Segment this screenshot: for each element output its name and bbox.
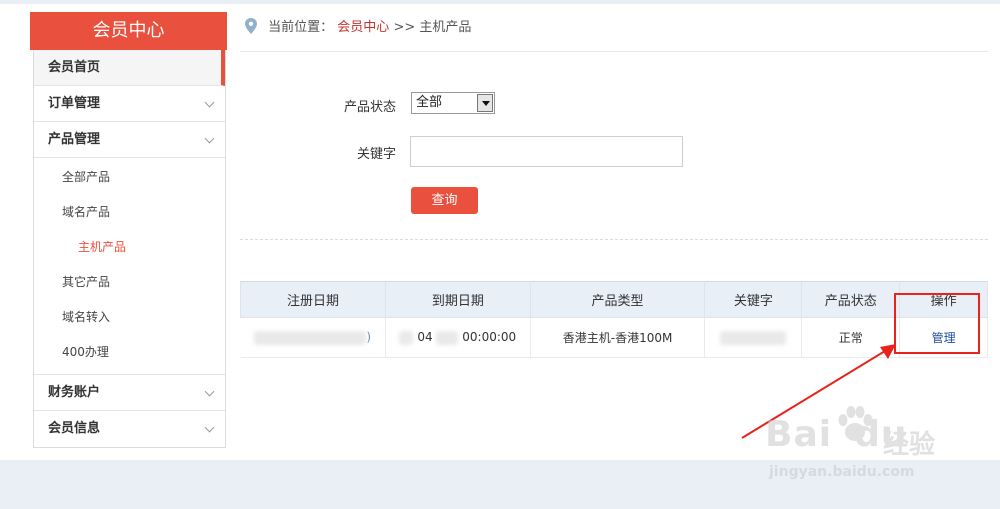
sidebar-item-finance[interactable]: 财务账户 (34, 375, 225, 411)
keyword-input[interactable] (410, 136, 683, 167)
sidebar-item-label: 财务账户 (48, 385, 101, 400)
sidebar-item-label: 产品管理 (48, 132, 101, 147)
col-product-type: 产品类型 (529, 281, 706, 318)
sidebar-title: 会员中心 (30, 12, 227, 50)
redacted-text (399, 330, 414, 345)
sidebar: 会员中心 会员首页 订单管理 产品管理 全部产品 域名产品 主机产品 其它产品 … (30, 12, 227, 448)
keyword-label: 关键字 (356, 147, 396, 162)
expire-time: 00:00:00 (462, 330, 517, 345)
redacted-text (254, 330, 367, 345)
redacted-text (436, 330, 459, 345)
breadcrumb-separator: >> (393, 20, 416, 35)
chevron-down-icon (477, 94, 493, 112)
col-keyword: 关键字 (704, 281, 803, 318)
sidebar-item-orders[interactable]: 订单管理 (34, 86, 225, 122)
product-submenu: 全部产品 域名产品 主机产品 其它产品 域名转入 400办理 (34, 158, 225, 375)
paw-icon (838, 406, 873, 441)
sidebar-subitem-domain-transfer[interactable]: 域名转入 (34, 300, 225, 335)
breadcrumb-link-member-center[interactable]: 会员中心 (337, 20, 389, 35)
chevron-down-icon (206, 122, 213, 158)
cell-reg-date: ) (240, 317, 386, 358)
baidu-watermark: Bai du 经验 jingyan.baidu.com (755, 402, 950, 492)
col-status: 产品状态 (801, 281, 901, 318)
col-expire-date: 到期日期 (384, 281, 531, 318)
sidebar-item-label: 会员首页 (48, 60, 101, 75)
chevron-down-icon (206, 375, 213, 411)
col-reg-date: 注册日期 (240, 281, 386, 318)
table-header-row: 注册日期 到期日期 产品类型 关键字 产品状态 操作 (240, 281, 988, 318)
cell-expire-date: 04 00:00:00 (385, 317, 531, 358)
sidebar-subitem-all-products[interactable]: 全部产品 (34, 160, 225, 195)
breadcrumb-prefix: 当前位置： (268, 20, 334, 35)
sidebar-subitem-domain-products[interactable]: 域名产品 (34, 195, 225, 230)
sidebar-item-label: 订单管理 (48, 96, 101, 111)
status-label: 产品状态 (343, 100, 396, 115)
annotation-highlight-box (894, 293, 980, 354)
query-button[interactable]: 查询 (411, 187, 478, 214)
sidebar-subitem-host-products[interactable]: 主机产品 (34, 230, 225, 265)
sidebar-item-products[interactable]: 产品管理 (34, 122, 225, 158)
reg-date-suffix: ) (366, 330, 372, 345)
chevron-down-icon (206, 86, 213, 122)
expire-date-part: 04 (417, 330, 433, 345)
filter-form: 产品状态 全部 关键字 查询 (240, 56, 988, 240)
sidebar-item-label: 会员信息 (48, 421, 101, 436)
cell-product-type: 香港主机-香港100M (530, 317, 706, 358)
sidebar-subitem-400[interactable]: 400办理 (34, 335, 225, 370)
watermark-url: jingyan.baidu.com (769, 464, 915, 480)
breadcrumb-current: 主机产品 (419, 20, 472, 35)
sidebar-item-member-info[interactable]: 会员信息 (34, 411, 225, 447)
chevron-down-icon (206, 411, 213, 447)
status-select[interactable]: 全部 (411, 92, 495, 114)
location-pin-icon (245, 17, 257, 34)
status-select-value: 全部 (416, 95, 443, 110)
page-frame: 会员中心 会员首页 订单管理 产品管理 全部产品 域名产品 主机产品 其它产品 … (0, 4, 1000, 460)
sidebar-item-home[interactable]: 会员首页 (34, 50, 225, 86)
watermark-cn: 经验 (883, 430, 936, 460)
breadcrumb: 当前位置： 会员中心 >> 主机产品 (240, 4, 988, 52)
sidebar-subitem-other-products[interactable]: 其它产品 (34, 265, 225, 300)
